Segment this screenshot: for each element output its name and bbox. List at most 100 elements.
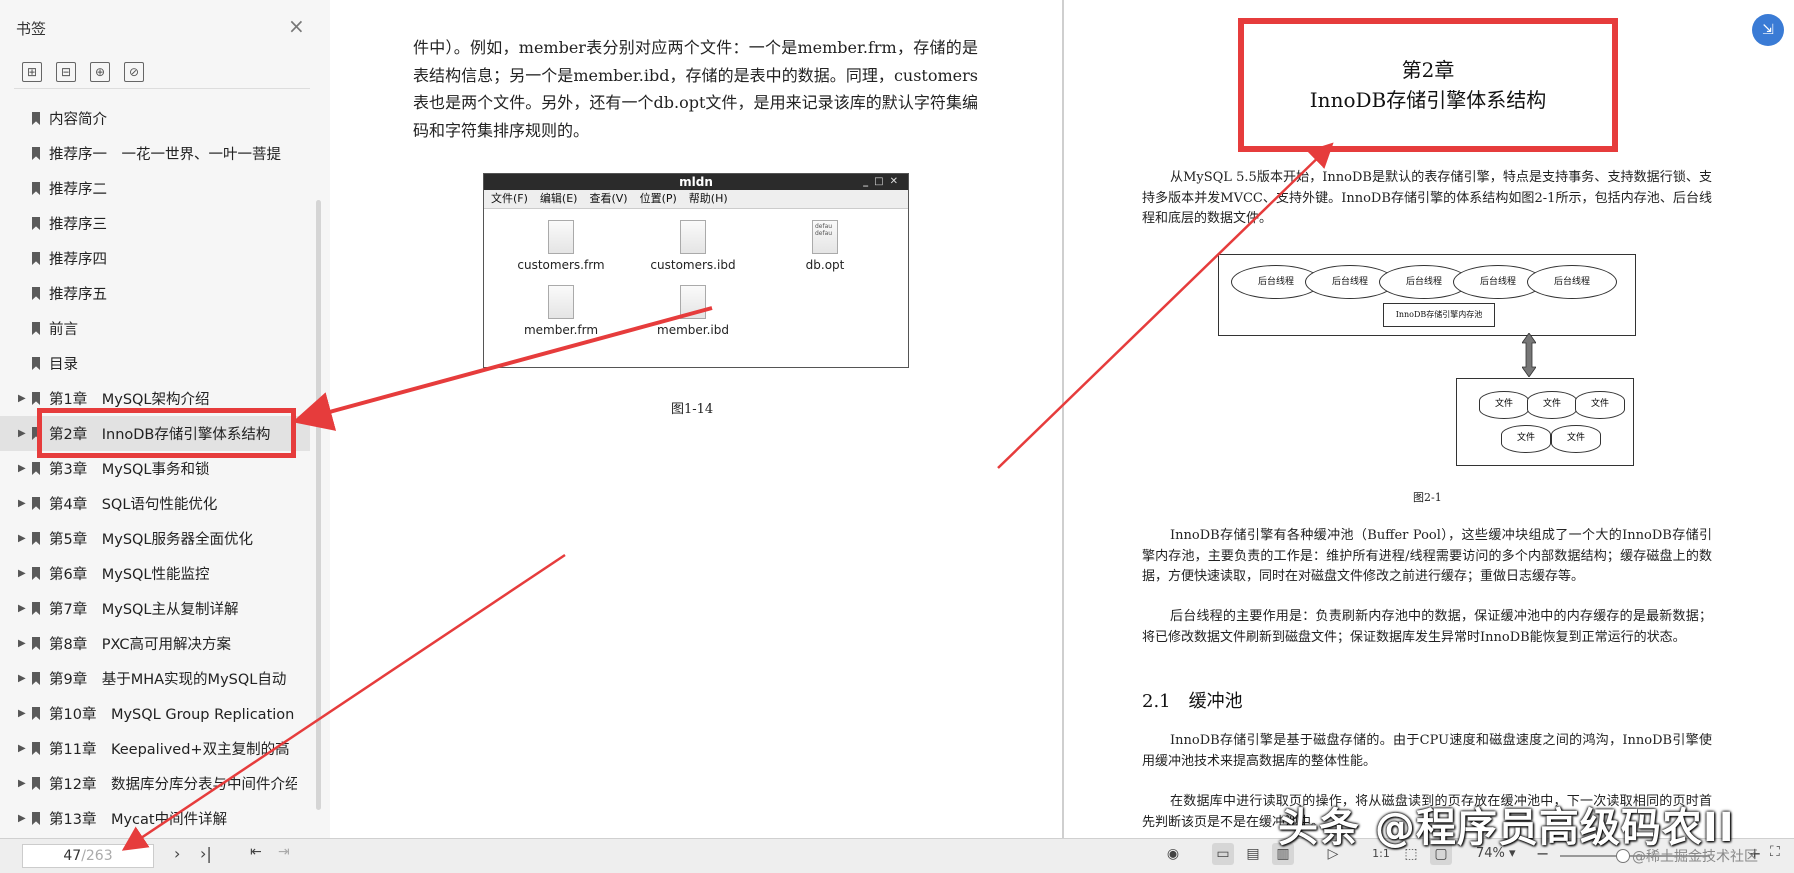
bookmark-item[interactable]: ▶ 第10章 MySQL Group Replication [0,696,310,731]
expand-arrow-icon[interactable]: ▶ [18,743,26,754]
float-action-icon[interactable]: ⇲ [1752,14,1784,46]
file-name: member.frm [523,323,599,337]
page-number-input[interactable]: 47/263 [22,844,154,868]
bookmark-item[interactable]: 内容简介 [0,101,310,136]
bookmark-item[interactable]: ▶ 第12章 数据库分库分表与中间件介绍 [0,766,310,801]
remove-bookmark-icon[interactable]: ⊘ [124,62,144,82]
bookmark-item[interactable]: ▶ 第11章 Keepalived+双主复制的高 [0,731,310,766]
last-page-icon[interactable]: ›| [200,844,212,863]
bookmark-icon [32,112,40,125]
expand-arrow-icon[interactable]: ▶ [18,708,26,719]
bookmark-item[interactable]: ▶ 第4章 SQL语句性能优化 [0,486,310,521]
bookmark-icon [32,497,40,510]
chapter-number: 第2章 [1401,58,1455,82]
single-page-icon[interactable]: ▭ [1212,843,1234,865]
close-icon[interactable]: × [288,16,305,36]
expand-arrow-icon[interactable]: ▶ [18,463,26,474]
expand-arrow-icon[interactable]: ▶ [18,603,26,614]
file-cylinder: 文件 [1527,391,1577,419]
file-cylinder: 文件 [1479,391,1529,419]
expand-arrow-icon[interactable]: ▶ [18,533,26,544]
menu-file: 文件(F) [491,192,528,205]
chapter-title: InnoDB存储引擎体系结构 [1309,88,1547,112]
bookmark-label: 推荐序一 一花一世界、一叶一菩提 [49,147,281,163]
bookmark-item[interactable]: 推荐序四 [0,241,310,276]
bookmark-label: 第12章 数据库分库分表与中间件介绍 [49,777,297,793]
bookmark-icon [32,637,40,650]
bookmark-label: 第5章 MySQL服务器全面优化 [49,532,254,548]
total-pages: /263 [81,848,113,864]
bookmark-icon [32,182,40,195]
bookmark-icon [32,707,40,720]
intro-paragraph: 从MySQL 5.5版本开始，InnoDB是默认的表存储引擎，特点是支持事务、支… [1142,170,1712,226]
bookmark-label: 推荐序四 [49,252,107,268]
bookmark-label: 前言 [49,322,78,338]
double-arrow-icon [1522,333,1536,377]
memory-pool-box: InnoDB存储引擎内存池 [1383,303,1495,327]
menu-edit: 编辑(E) [539,192,578,205]
bookmark-label: 第13章 Mycat中间件详解 [49,812,228,828]
thread-paragraph: 后台线程的主要作用是：负责刷新内存池中的数据，保证缓冲池中的内存缓存的是最新数据… [1142,609,1712,645]
bookmark-label: 第4章 SQL语句性能优化 [49,497,218,513]
bookmark-item[interactable]: ▶ 第13章 Mycat中间件详解 [0,801,310,836]
window-menu: 文件(F) 编辑(E) 查看(V) 位置(P) 帮助(H) [484,190,908,209]
expand-arrow-icon[interactable]: ▶ [18,498,26,509]
bookmark-item[interactable]: 推荐序五 [0,276,310,311]
expand-all-icon[interactable]: ⊞ [22,62,42,82]
expand-arrow-icon[interactable]: ▶ [18,428,26,439]
buffer-pool-paragraph: InnoDB存储引擎有各种缓冲池（Buffer Pool），这些缓冲块组成了一个… [1142,528,1712,584]
bookmark-icon [32,532,40,545]
bookmark-icon [32,567,40,580]
bookmark-item[interactable]: ▶ 第6章 MySQL性能监控 [0,556,310,591]
forward-icon[interactable]: ⇥ [278,844,290,860]
bookmark-icon [32,462,40,475]
bookmark-item[interactable]: 目录 [0,346,310,381]
expand-arrow-icon[interactable]: ▶ [18,673,26,684]
bookmark-icon [32,252,40,265]
bookmark-label: 推荐序五 [49,287,107,303]
bookmark-item[interactable]: 推荐序一 一花一世界、一叶一菩提 [0,136,310,171]
expand-arrow-icon[interactable]: ▶ [18,813,26,824]
data-files-box: 文件 文件 文件 文件 文件 [1456,378,1634,466]
bookmark-item[interactable]: 前言 [0,311,310,346]
window-title-text: mldn [679,175,713,189]
bookmark-item[interactable]: ▶ 第8章 PXC高可用解决方案 [0,626,310,661]
bookmark-icon [32,217,40,230]
bookmark-item[interactable]: ▶ 第7章 MySQL主从复制详解 [0,591,310,626]
add-bookmark-icon[interactable]: ⊕ [90,62,110,82]
file-cylinder: 文件 [1551,425,1601,453]
eye-icon[interactable]: ◉ [1162,843,1184,865]
bookmark-item[interactable]: ▶ 第9章 基于MHA实现的MySQL自动 [0,661,310,696]
next-page-icon[interactable]: › [174,844,180,863]
bookmark-icon [32,287,40,300]
file-customers-frm: customers.frm [506,220,616,272]
expand-arrow-icon[interactable]: ▶ [18,638,26,649]
bookmark-label: 第9章 基于MHA实现的MySQL自动 [49,672,287,688]
figure-caption-2-1: 图2-1 [1413,491,1442,504]
menu-view: 查看(V) [589,192,628,205]
figure-caption-1-14: 图1-14 [671,402,714,417]
file-member-ibd: member.ibd [638,285,748,337]
collapse-all-icon[interactable]: ⊟ [56,62,76,82]
bookmark-icon [32,812,40,825]
back-icon[interactable]: ⇤ [250,844,262,860]
continuous-page-icon[interactable]: ▤ [1242,843,1264,865]
bookmark-item[interactable]: 推荐序三 [0,206,310,241]
selected-bookmark-highlight [37,408,296,458]
bookmark-item[interactable]: ▶ 第5章 MySQL服务器全面优化 [0,521,310,556]
left-page-paragraph: 件中）。例如，member表分别对应两个文件：一个是member.frm，存储的… [413,38,978,140]
bookmark-item[interactable]: 推荐序二 [0,171,310,206]
watermark: 头条 @程序员高级码农II [1278,805,1735,851]
file-icon [548,285,574,319]
bookmark-label: 第11章 Keepalived+双主复制的高 [49,742,290,758]
bookmark-label: 第1章 MySQL架构介绍 [49,392,210,408]
section-heading: 2.1 缓冲池 [1142,691,1243,712]
expand-arrow-icon[interactable]: ▶ [18,778,26,789]
window-title: mldn _□✕ [484,174,908,190]
expand-arrow-icon[interactable]: ▶ [18,568,26,579]
sidebar-scrollbar[interactable] [316,200,321,810]
sidebar-toolbar: ⊞ ⊟ ⊕ ⊘ [22,62,144,82]
text-file-icon: defau defau [812,220,838,254]
fullscreen-icon[interactable]: ⛶ [1770,844,1780,860]
expand-arrow-icon[interactable]: ▶ [18,393,26,404]
